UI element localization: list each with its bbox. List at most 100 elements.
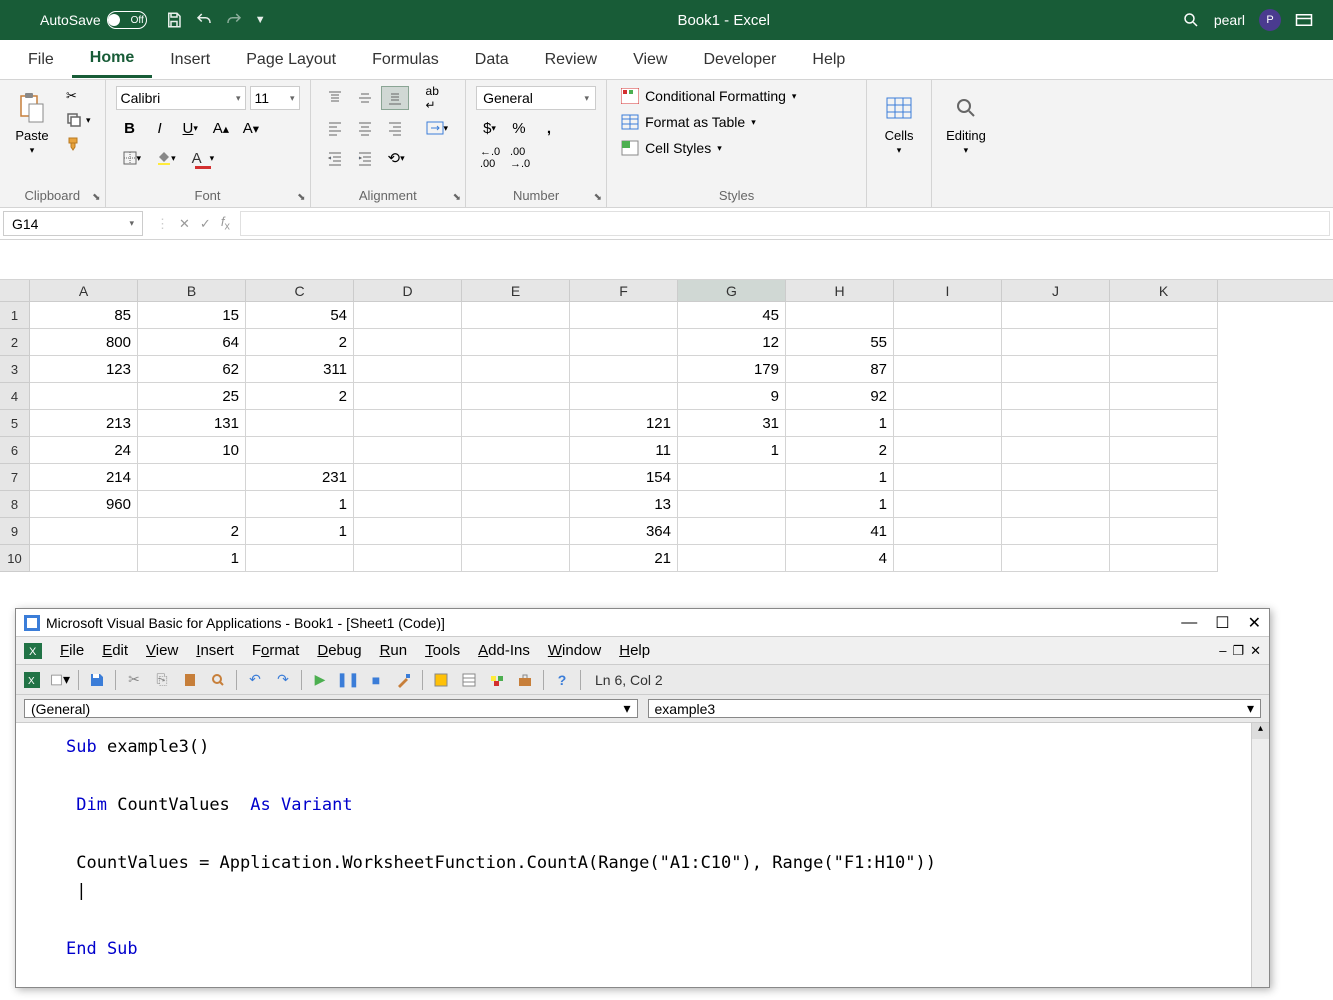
cell[interactable]: 2 (246, 383, 354, 410)
cell-styles-button[interactable]: Cell Styles ▾ (617, 138, 800, 158)
cell[interactable] (30, 383, 138, 410)
cell[interactable] (1002, 302, 1110, 329)
tab-view[interactable]: View (615, 43, 685, 77)
save-icon[interactable] (165, 11, 183, 29)
decrease-indent-icon[interactable] (321, 146, 349, 170)
cell[interactable]: 1 (246, 491, 354, 518)
cell[interactable] (462, 410, 570, 437)
cell[interactable] (1002, 545, 1110, 572)
paste-button[interactable]: Paste ▾ (10, 86, 54, 160)
cell[interactable] (1002, 491, 1110, 518)
format-painter-button[interactable] (62, 134, 95, 154)
cell[interactable]: 92 (786, 383, 894, 410)
align-bottom-icon[interactable] (381, 86, 409, 110)
cell[interactable] (894, 356, 1002, 383)
cell[interactable]: 85 (30, 302, 138, 329)
col-header[interactable]: A (30, 280, 138, 301)
cell[interactable] (678, 464, 786, 491)
tab-formulas[interactable]: Formulas (354, 43, 457, 77)
number-launcher-icon[interactable]: ⬊ (594, 192, 602, 203)
tab-developer[interactable]: Developer (685, 43, 794, 77)
vba-procedure-select[interactable]: example3▾ (648, 699, 1262, 718)
cell[interactable] (30, 518, 138, 545)
cell[interactable] (570, 302, 678, 329)
clipboard-launcher-icon[interactable]: ⬊ (92, 192, 100, 203)
customize-qat-icon[interactable]: ▼ (255, 14, 266, 26)
autosave-toggle[interactable]: AutoSave Off (40, 11, 147, 29)
cell[interactable]: 2 (786, 437, 894, 464)
cell[interactable] (462, 545, 570, 572)
cell[interactable]: 4 (786, 545, 894, 572)
font-name-select[interactable]: Calibri▾ (116, 86, 246, 110)
cell[interactable] (894, 464, 1002, 491)
align-left-icon[interactable] (321, 116, 349, 140)
row-header[interactable]: 3 (0, 356, 30, 383)
cell[interactable] (1002, 410, 1110, 437)
vba-help-icon[interactable]: ? (552, 670, 572, 690)
ribbon-display-icon[interactable] (1295, 13, 1313, 27)
align-right-icon[interactable] (381, 116, 409, 140)
font-color-button[interactable]: A ▾ (185, 146, 222, 170)
increase-indent-icon[interactable] (351, 146, 379, 170)
cells-button[interactable]: Cells ▾ (877, 86, 921, 160)
cell[interactable] (462, 437, 570, 464)
cell[interactable] (462, 464, 570, 491)
vba-menu-window[interactable]: Window (548, 642, 601, 659)
cell[interactable]: 311 (246, 356, 354, 383)
row-header[interactable]: 8 (0, 491, 30, 518)
cell[interactable] (354, 410, 462, 437)
decrease-decimal-icon[interactable]: .00→.0 (506, 146, 534, 170)
align-top-icon[interactable] (321, 86, 349, 110)
cell[interactable]: 25 (138, 383, 246, 410)
cell[interactable]: 231 (246, 464, 354, 491)
cell[interactable]: 87 (786, 356, 894, 383)
row-header[interactable]: 5 (0, 410, 30, 437)
cell[interactable] (138, 491, 246, 518)
cell[interactable] (894, 302, 1002, 329)
cancel-formula-icon[interactable]: ✕ (179, 216, 190, 232)
underline-button[interactable]: U ▾ (176, 116, 205, 140)
vba-menu-file[interactable]: File (60, 642, 84, 659)
align-center-icon[interactable] (351, 116, 379, 140)
cell[interactable]: 15 (138, 302, 246, 329)
col-header[interactable]: B (138, 280, 246, 301)
cell[interactable]: 9 (678, 383, 786, 410)
vba-scrollbar[interactable]: ▴ (1251, 723, 1269, 987)
scroll-up-icon[interactable]: ▴ (1252, 723, 1269, 739)
row-header[interactable]: 4 (0, 383, 30, 410)
cell[interactable]: 121 (570, 410, 678, 437)
cell[interactable]: 800 (30, 329, 138, 356)
vba-menu-view[interactable]: View (146, 642, 178, 659)
vba-design-icon[interactable] (394, 670, 414, 690)
vba-mdi-minimize-icon[interactable]: – (1219, 643, 1226, 659)
alignment-launcher-icon[interactable]: ⬊ (453, 192, 461, 203)
cell[interactable] (246, 545, 354, 572)
cell[interactable] (894, 410, 1002, 437)
cell[interactable]: 55 (786, 329, 894, 356)
cell[interactable] (354, 464, 462, 491)
cell[interactable]: 12 (678, 329, 786, 356)
cell[interactable] (462, 491, 570, 518)
comma-button[interactable]: , (535, 116, 563, 140)
cell[interactable]: 213 (30, 410, 138, 437)
cell[interactable] (570, 356, 678, 383)
cell[interactable]: 54 (246, 302, 354, 329)
cell[interactable] (894, 545, 1002, 572)
cell[interactable] (1110, 545, 1218, 572)
vba-menu-tools[interactable]: Tools (425, 642, 460, 659)
number-format-select[interactable]: General▾ (476, 86, 596, 110)
row-header[interactable]: 2 (0, 329, 30, 356)
tab-home[interactable]: Home (72, 41, 152, 78)
cell[interactable] (1110, 464, 1218, 491)
borders-button[interactable]: ▾ (116, 146, 149, 170)
cell[interactable] (1110, 383, 1218, 410)
cell[interactable] (354, 356, 462, 383)
cell[interactable] (462, 302, 570, 329)
cell[interactable] (1002, 383, 1110, 410)
cell[interactable]: 179 (678, 356, 786, 383)
cell[interactable] (462, 518, 570, 545)
sheet-body[interactable]: 1851554452800642125531236231117987425299… (0, 302, 1333, 572)
format-as-table-button[interactable]: Format as Table ▾ (617, 112, 800, 132)
increase-font-icon[interactable]: A▴ (207, 116, 235, 140)
tab-insert[interactable]: Insert (152, 43, 228, 77)
